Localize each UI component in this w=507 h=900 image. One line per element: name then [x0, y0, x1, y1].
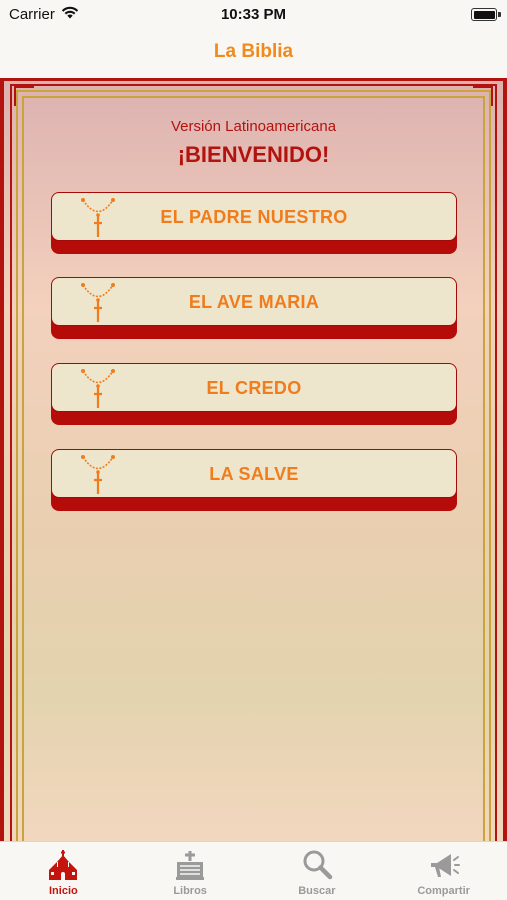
- status-bar: Carrier 10:33 PM: [0, 0, 507, 30]
- tab-buscar[interactable]: Buscar: [254, 842, 381, 900]
- battery-icon: [471, 8, 497, 21]
- version-subtitle: Versión Latinoamericana: [170, 118, 337, 135]
- megaphone-icon: [430, 854, 460, 877]
- nav-bar: La Biblia: [0, 30, 507, 78]
- frame-corner-top-right: [473, 86, 493, 106]
- prayer-label: LA SALVE: [209, 464, 299, 484]
- prayer-button-ave-maria[interactable]: EL AVE MARIA: [51, 277, 457, 339]
- tab-label: Compartir: [417, 885, 470, 897]
- tab-bar: Inicio Libros Buscar Compartir: [0, 841, 507, 900]
- prayer-button-padre-nuestro[interactable]: EL PADRE NUESTRO: [51, 192, 457, 254]
- tab-label: Libros: [173, 885, 207, 897]
- tab-inicio[interactable]: Inicio: [0, 842, 127, 900]
- battery-cap: [498, 12, 501, 17]
- frame-corner-top-left: [14, 86, 34, 106]
- tab-label: Inicio: [49, 885, 78, 897]
- prayer-label: EL PADRE NUESTRO: [160, 207, 348, 227]
- welcome-heading: ¡BIENVENIDO!: [177, 142, 330, 167]
- prayer-label: EL CREDO: [206, 378, 302, 398]
- tab-label: Buscar: [298, 885, 336, 897]
- prayer-button-salve[interactable]: LA SALVE: [51, 449, 457, 511]
- search-icon: [303, 850, 333, 880]
- tab-compartir[interactable]: Compartir: [380, 842, 507, 900]
- prayer-button-credo[interactable]: EL CREDO: [51, 363, 457, 425]
- prayer-label: EL AVE MARIA: [188, 292, 320, 312]
- church-icon: [49, 850, 78, 880]
- main-content: Versión Latinoamericana ¡BIENVENIDO! EL …: [0, 78, 507, 841]
- books-icon: [176, 851, 205, 880]
- status-time: 10:33 PM: [220, 6, 287, 23]
- tab-libros[interactable]: Libros: [127, 842, 254, 900]
- page-title: La Biblia: [213, 41, 294, 62]
